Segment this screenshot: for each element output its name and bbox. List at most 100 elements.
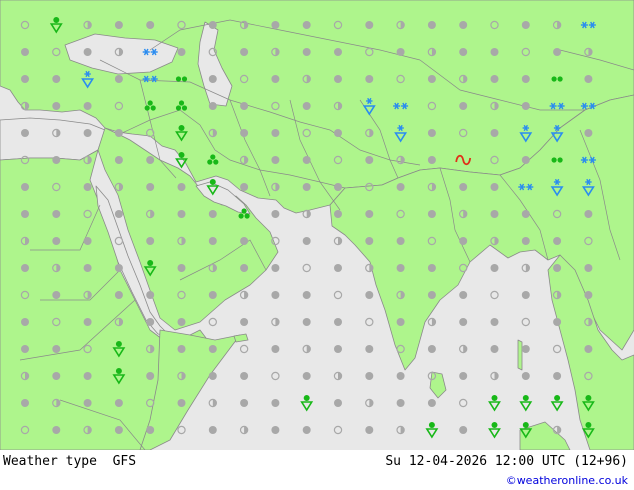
dot-symbol xyxy=(396,399,405,407)
dot-symbol xyxy=(427,156,436,164)
dot-symbol xyxy=(21,129,29,137)
dot-symbol xyxy=(83,264,92,272)
dot-symbol xyxy=(365,21,374,29)
dot-symbol xyxy=(302,102,311,110)
dot-symbol xyxy=(114,21,123,29)
dot-symbol xyxy=(427,264,436,272)
dot-symbol xyxy=(208,237,217,245)
dot-symbol xyxy=(365,345,374,353)
dot-symbol xyxy=(21,183,29,191)
dot-symbol xyxy=(334,129,342,137)
dot-symbol xyxy=(334,48,342,56)
dot-symbol xyxy=(208,210,217,218)
forecast-time: Su 12-04-2026 12:00 UTC (12+96) xyxy=(385,454,628,469)
dot-symbol xyxy=(490,48,499,56)
dot-symbol xyxy=(271,426,280,434)
dot-symbol xyxy=(302,48,311,56)
dot-symbol xyxy=(365,237,374,245)
dot-symbol xyxy=(490,183,499,191)
dot-symbol xyxy=(52,102,61,110)
dot-symbol xyxy=(177,183,186,191)
dot-symbol xyxy=(553,372,562,380)
dot-symbol xyxy=(584,264,593,272)
dot-symbol xyxy=(240,183,249,191)
dot-symbol xyxy=(490,264,499,272)
dot-symbol xyxy=(427,291,436,299)
dot-symbol xyxy=(271,399,280,407)
dot-symbol xyxy=(459,21,468,29)
dot-symbol xyxy=(146,372,155,380)
dot-symbol xyxy=(114,264,123,272)
dot-symbol xyxy=(365,291,374,299)
dot-symbol xyxy=(83,399,92,407)
dot-symbol xyxy=(521,345,530,353)
dot-symbol xyxy=(271,291,280,299)
dot-symbol xyxy=(83,129,92,137)
dot-symbol xyxy=(21,48,29,56)
dot-symbol xyxy=(271,156,280,164)
dot-symbol xyxy=(365,210,374,218)
dot-symbol xyxy=(396,237,405,245)
dot-symbol xyxy=(177,264,186,272)
dot-symbol xyxy=(114,210,123,218)
dot-symbol xyxy=(459,183,468,191)
dot-symbol xyxy=(459,102,468,110)
dot-symbol xyxy=(302,318,311,326)
dot-symbol xyxy=(146,156,155,164)
dot-symbol xyxy=(459,48,468,56)
dot-symbol xyxy=(302,156,311,164)
dot-symbol xyxy=(521,21,530,29)
dot-symbol xyxy=(427,210,436,218)
dot-symbol xyxy=(271,129,280,137)
dot-symbol xyxy=(21,75,29,83)
dot-symbol xyxy=(490,129,499,137)
dot-symbol xyxy=(490,75,499,83)
dot-symbol xyxy=(146,21,155,29)
dot-symbol xyxy=(459,237,468,245)
dot-symbol xyxy=(553,318,562,326)
dot-symbol xyxy=(52,345,61,353)
dot-symbol xyxy=(52,210,61,218)
dot-symbol xyxy=(271,210,280,218)
dot-symbol xyxy=(490,345,499,353)
dot-symbol xyxy=(21,345,29,353)
dot-symbol xyxy=(396,183,405,191)
dot-symbol xyxy=(271,75,280,83)
dot-symbol xyxy=(490,318,499,326)
dot-symbol xyxy=(302,291,311,299)
dot-symbol xyxy=(584,210,593,218)
dot-symbol xyxy=(459,372,468,380)
dot-symbol xyxy=(83,237,92,245)
dot-symbol xyxy=(114,129,123,137)
dot-symbol xyxy=(208,21,217,29)
dot-symbol xyxy=(584,291,593,299)
dot-symbol xyxy=(146,426,155,434)
dot-symbol xyxy=(177,210,186,218)
dot-symbol xyxy=(208,291,217,299)
dot-symbol xyxy=(521,237,530,245)
dot-symbol xyxy=(396,372,405,380)
dot-symbol xyxy=(52,426,61,434)
dot-symbol xyxy=(302,372,311,380)
dot-symbol xyxy=(459,318,468,326)
dot-symbol xyxy=(177,345,186,353)
dot-symbol xyxy=(240,372,249,380)
dot-symbol xyxy=(52,156,61,164)
dot-symbol xyxy=(553,48,562,56)
dot-symbol xyxy=(302,426,311,434)
dot-symbol xyxy=(114,399,123,407)
dot-symbol xyxy=(114,426,123,434)
map-footer: Weather type GFS Su 12-04-2026 12:00 UTC… xyxy=(0,450,634,490)
dot-symbol xyxy=(208,102,217,110)
dot-symbol xyxy=(208,372,217,380)
dot-symbol xyxy=(52,291,61,299)
site-credit[interactable]: ©weatheronline.co.uk xyxy=(506,474,628,487)
dot-symbol xyxy=(396,48,405,56)
dot-symbol xyxy=(521,210,530,218)
dot-symbol xyxy=(334,210,342,218)
dot-symbol xyxy=(83,102,92,110)
dot-symbol xyxy=(365,75,374,83)
dot-symbol xyxy=(83,372,92,380)
dot-symbol xyxy=(427,21,436,29)
dot-symbol xyxy=(396,318,405,326)
